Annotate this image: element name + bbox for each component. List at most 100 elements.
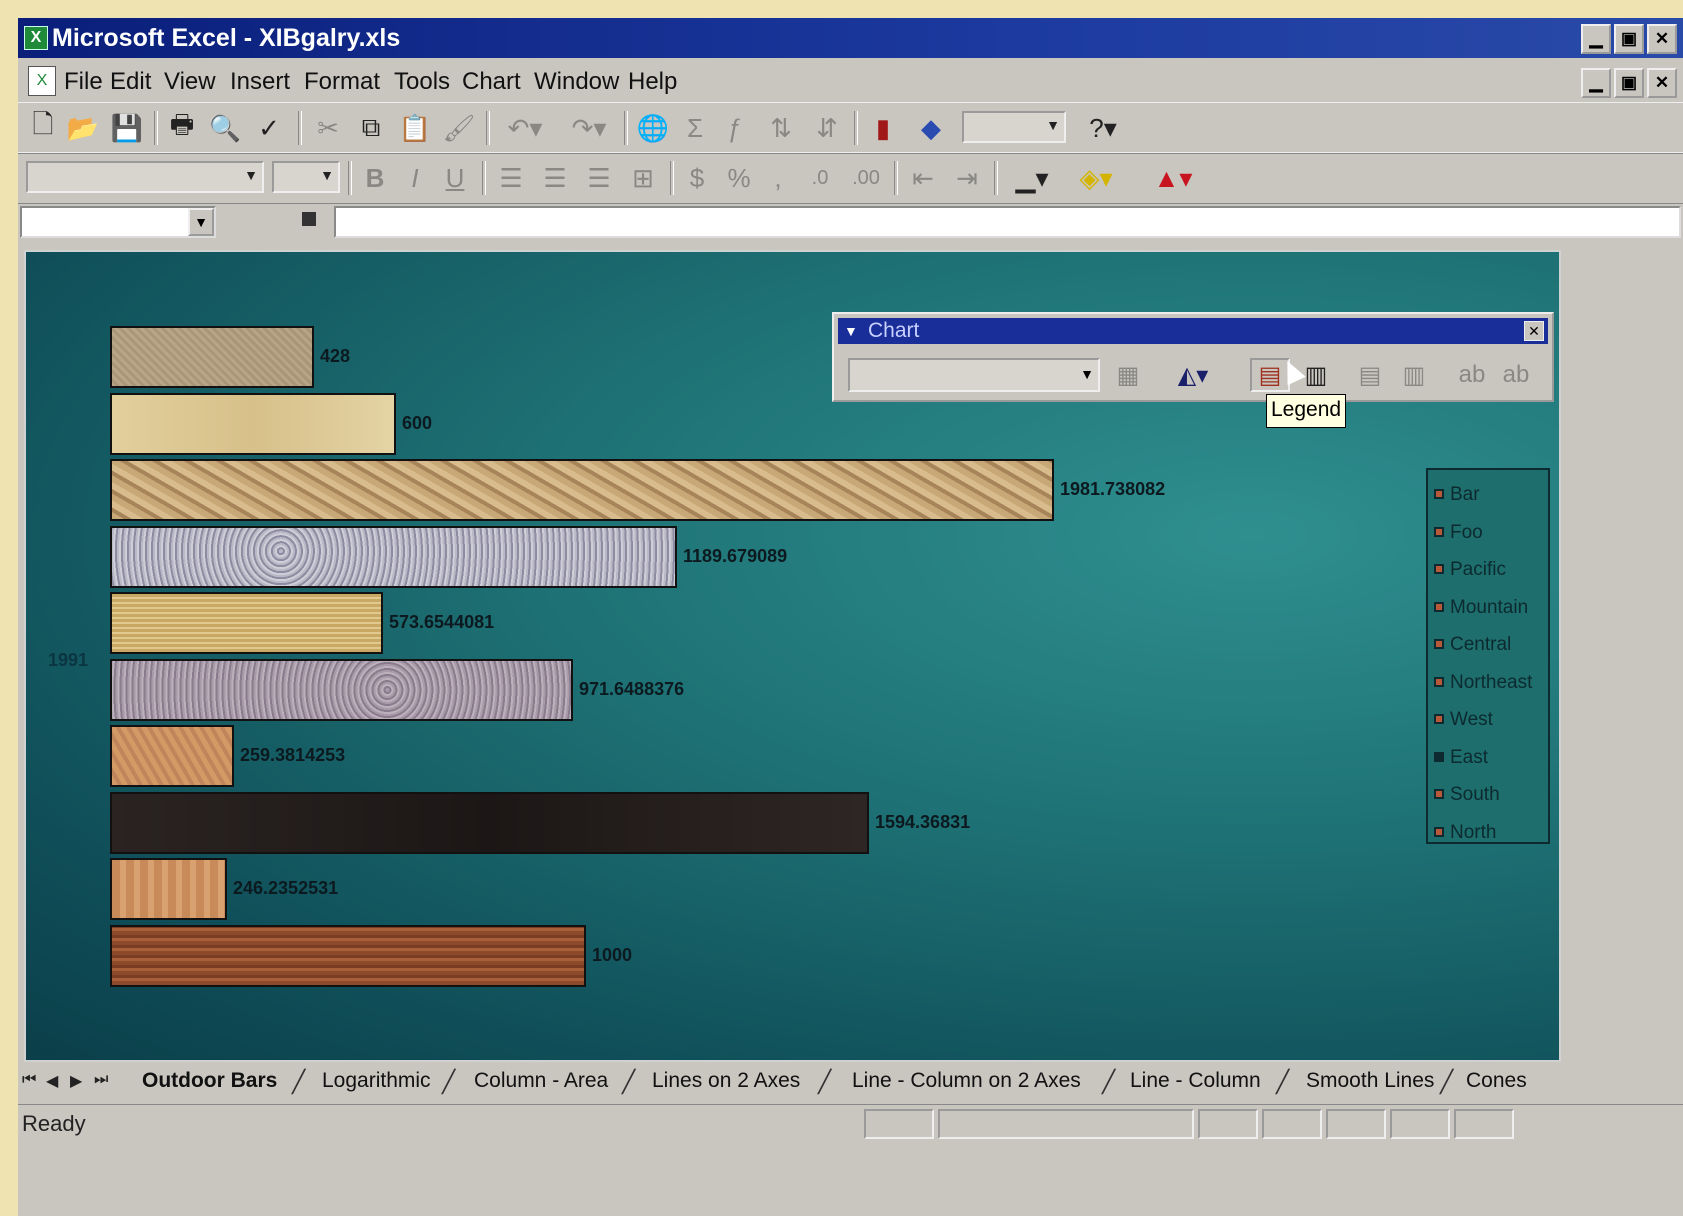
align-left-icon[interactable]: ☰	[492, 161, 530, 195]
percent-icon[interactable]: %	[722, 161, 756, 195]
angle-text-downward-icon[interactable]: ab	[1452, 358, 1492, 392]
paste-icon[interactable]: 📋	[398, 111, 432, 145]
doc-restore-button[interactable]: ▣	[1614, 68, 1644, 98]
decrease-decimal-icon[interactable]: .00	[846, 161, 886, 195]
legend-item[interactable]: Northeast	[1428, 664, 1548, 702]
chart-wizard-icon[interactable]: ▮	[864, 111, 902, 145]
office-assistant-icon[interactable]: ?▾	[1076, 111, 1130, 145]
excel-app-icon[interactable]: X	[24, 26, 48, 50]
tab-smooth-lines[interactable]: Smooth Lines	[1306, 1069, 1434, 1093]
tab-line-column-on-2-axes[interactable]: Line - Column on 2 Axes	[852, 1069, 1081, 1093]
format-painter-icon[interactable]: 🖌	[442, 111, 476, 145]
font-color-icon[interactable]: ▲▾	[1132, 161, 1214, 195]
tab-line-column[interactable]: Line - Column	[1130, 1069, 1261, 1093]
legend-item[interactable]: Bar	[1428, 476, 1548, 514]
chart-bar[interactable]	[110, 459, 1054, 521]
minimize-button[interactable]: ▁	[1581, 24, 1611, 54]
redo-icon[interactable]: ↷▾	[560, 111, 618, 145]
legend-item[interactable]: South	[1428, 776, 1548, 814]
by-column-icon[interactable]: ▥	[1394, 358, 1434, 392]
tab-outdoor-bars[interactable]: Outdoor Bars	[142, 1069, 277, 1093]
legend-item[interactable]: West	[1428, 701, 1548, 739]
chart-bar[interactable]	[110, 924, 586, 987]
tab-cones[interactable]: Cones	[1466, 1069, 1527, 1093]
font-size-combo[interactable]: ▼	[272, 161, 340, 193]
legend-item[interactable]: Pacific	[1428, 551, 1548, 589]
doc-close-button[interactable]: ✕	[1647, 68, 1677, 98]
chart-bar[interactable]	[110, 725, 234, 787]
formula-icon[interactable]	[302, 212, 316, 226]
tab-lines-on-2-axes[interactable]: Lines on 2 Axes	[652, 1069, 800, 1093]
currency-icon[interactable]: $	[680, 161, 714, 195]
tab-column-area[interactable]: Column - Area	[474, 1069, 608, 1093]
bold-icon[interactable]: B	[358, 161, 392, 195]
sort-descending-icon[interactable]: ⇵	[808, 111, 846, 145]
by-row-icon[interactable]: ▤	[1350, 358, 1390, 392]
close-button[interactable]: ✕	[1647, 24, 1677, 54]
name-box[interactable]: ▼	[20, 206, 216, 238]
chart-bar[interactable]	[110, 858, 227, 920]
chart-bar[interactable]	[110, 658, 573, 721]
menu-file[interactable]: File	[64, 68, 103, 96]
angle-text-upward-icon[interactable]: ab	[1496, 358, 1536, 392]
legend-item[interactable]: Mountain	[1428, 589, 1548, 627]
borders-icon[interactable]: ▁▾	[1004, 161, 1060, 195]
chart-toolbar-title-bar[interactable]: ▼ Chart ✕	[838, 318, 1548, 344]
copy-icon[interactable]: ⧉	[354, 111, 388, 145]
decrease-indent-icon[interactable]: ⇤	[904, 161, 942, 195]
italic-icon[interactable]: I	[398, 161, 432, 195]
new-icon[interactable]: 🗋	[28, 109, 58, 145]
restore-button[interactable]: ▣	[1614, 24, 1644, 54]
underline-icon[interactable]: U	[438, 161, 472, 195]
font-name-combo[interactable]: ▼	[26, 161, 264, 193]
workbook-icon[interactable]: X	[28, 66, 56, 96]
increase-decimal-icon[interactable]: .0	[800, 161, 840, 195]
menu-edit[interactable]: Edit	[110, 68, 151, 96]
open-icon[interactable]: 📂	[66, 111, 100, 145]
toolbar-menu-caret-icon[interactable]: ▼	[844, 318, 858, 344]
doc-minimize-button[interactable]: ▁	[1581, 68, 1611, 98]
menu-window[interactable]: Window	[534, 68, 619, 96]
tab-logarithmic[interactable]: Logarithmic	[322, 1069, 431, 1093]
drawing-icon[interactable]: ◆	[912, 111, 950, 145]
menu-help[interactable]: Help	[628, 68, 677, 96]
print-preview-icon[interactable]: 🔍	[208, 111, 242, 145]
cut-icon[interactable]: ✂	[312, 111, 344, 145]
menu-insert[interactable]: Insert	[230, 68, 290, 96]
align-right-icon[interactable]: ☰	[580, 161, 618, 195]
last-sheet-icon[interactable]: ⏭	[94, 1071, 108, 1089]
first-sheet-icon[interactable]: ⏮	[22, 1071, 36, 1089]
prev-sheet-icon[interactable]: ◀	[46, 1071, 58, 1091]
print-icon[interactable]: 🖶	[164, 109, 200, 145]
fill-color-icon[interactable]: ◈▾	[1068, 161, 1124, 195]
hyperlink-icon[interactable]: 🌐	[634, 111, 672, 145]
autosum-icon[interactable]: Σ	[678, 111, 712, 145]
menu-tools[interactable]: Tools	[394, 68, 450, 96]
zoom-combo[interactable]: ▼	[962, 111, 1066, 143]
increase-indent-icon[interactable]: ⇥	[948, 161, 986, 195]
chart-bar[interactable]	[110, 592, 383, 654]
menu-format[interactable]: Format	[304, 68, 380, 96]
chart-toolbar-close-icon[interactable]: ✕	[1524, 321, 1544, 341]
merge-center-icon[interactable]: ⊞	[624, 161, 662, 195]
name-box-dropdown[interactable]: ▼	[188, 208, 214, 236]
format-chart-icon[interactable]: ▦	[1110, 358, 1146, 392]
menu-chart[interactable]: Chart	[462, 68, 521, 96]
legend-item[interactable]: North	[1428, 814, 1548, 852]
align-center-icon[interactable]: ☰	[536, 161, 574, 195]
spelling-icon[interactable]: ✓	[252, 111, 286, 145]
legend-item[interactable]: Foo	[1428, 514, 1548, 552]
chart-bar[interactable]	[110, 791, 869, 854]
chart-area[interactable]: 1991 428 600 1981.738082 1189.679089 573.654…	[24, 250, 1561, 1062]
save-icon[interactable]: 💾	[110, 111, 144, 145]
chart-type-icon[interactable]: ◭▾	[1164, 358, 1222, 392]
sort-ascending-icon[interactable]: ⇅	[762, 111, 800, 145]
menu-view[interactable]: View	[164, 68, 216, 96]
chart-bar[interactable]	[110, 392, 396, 455]
formula-input[interactable]	[334, 206, 1681, 238]
chart-bar[interactable]	[110, 525, 677, 588]
function-icon[interactable]: ƒ	[718, 111, 752, 145]
next-sheet-icon[interactable]: ▶	[70, 1071, 82, 1091]
chart-objects-combo[interactable]: ▼	[848, 358, 1100, 392]
chart-bar[interactable]	[110, 326, 314, 388]
